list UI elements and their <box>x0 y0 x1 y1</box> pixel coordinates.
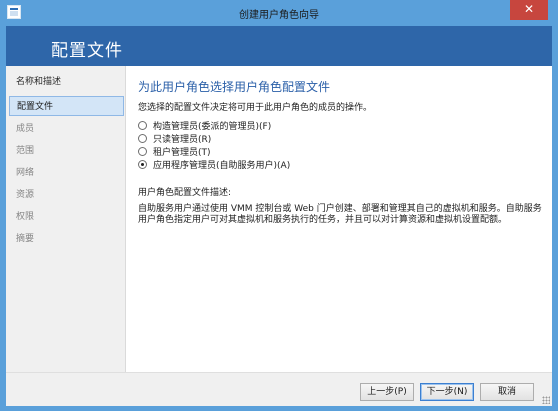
resize-grip-icon[interactable] <box>542 396 550 404</box>
title-bar[interactable]: 创建用户角色向导 ✕ <box>0 0 558 26</box>
profile-description-text: 自助服务用户通过使用 VMM 控制台或 Web 门户创建、部署和管理其自己的虚拟… <box>138 204 542 225</box>
radio-button-selected[interactable] <box>138 160 147 169</box>
radio-button[interactable] <box>138 134 147 143</box>
wizard-steps-nav: 名称和描述 配置文件 成员 范围 网络 资源 权限 摘要 <box>6 66 126 372</box>
nav-step-scope[interactable]: 范围 <box>9 141 124 161</box>
nav-step-permissions[interactable]: 权限 <box>9 207 124 227</box>
window-frame-bottom <box>0 406 558 411</box>
cancel-button[interactable]: 取消 <box>480 383 534 401</box>
nav-step-profile[interactable]: 配置文件 <box>9 96 124 116</box>
window-frame-right <box>552 0 558 411</box>
profile-description-heading: 用户角色配置文件描述: <box>138 188 232 198</box>
radio-button[interactable] <box>138 121 147 130</box>
radio-button[interactable] <box>138 147 147 156</box>
radio-label: 构造管理员(委派的管理员)(F) <box>153 122 272 132</box>
profile-option-readonly-admin[interactable]: 只读管理员(R) <box>138 132 211 145</box>
radio-label: 租户管理员(T) <box>153 148 211 158</box>
nav-step-resources[interactable]: 资源 <box>9 185 124 205</box>
profile-option-fabric-admin[interactable]: 构造管理员(委派的管理员)(F) <box>138 119 271 132</box>
radio-label: 应用程序管理员(自助服务用户)(A) <box>153 161 291 171</box>
nav-step-name-description[interactable]: 名称和描述 <box>9 72 124 92</box>
previous-button[interactable]: 上一步(P) <box>360 383 414 401</box>
button-bar: 上一步(P) 下一步(N) 取消 <box>6 372 552 406</box>
window-title: 创建用户角色向导 <box>239 10 319 21</box>
page-description: 您选择的配置文件决定将可用于此用户角色的成员的操作。 <box>138 103 373 113</box>
close-button[interactable]: ✕ <box>510 0 548 20</box>
profile-option-application-admin[interactable]: 应用程序管理员(自助服务用户)(A) <box>138 158 290 171</box>
profile-option-tenant-admin[interactable]: 租户管理员(T) <box>138 145 211 158</box>
nav-step-networks[interactable]: 网络 <box>9 163 124 183</box>
wizard-header: 配置文件 <box>6 26 552 66</box>
page-title: 为此用户角色选择用户角色配置文件 <box>138 80 331 94</box>
radio-label: 只读管理员(R) <box>153 135 212 145</box>
nav-step-summary[interactable]: 摘要 <box>9 229 124 249</box>
nav-step-members[interactable]: 成员 <box>9 119 124 139</box>
next-button[interactable]: 下一步(N) <box>420 383 474 401</box>
main-content: 为此用户角色选择用户角色配置文件 您选择的配置文件决定将可用于此用户角色的成员的… <box>138 66 548 372</box>
close-icon: ✕ <box>523 2 535 16</box>
create-user-role-wizard: 创建用户角色向导 ✕ 配置文件 名称和描述 配置文件 成员 范围 网络 资源 权… <box>0 0 558 411</box>
page-header-title: 配置文件 <box>51 41 123 61</box>
